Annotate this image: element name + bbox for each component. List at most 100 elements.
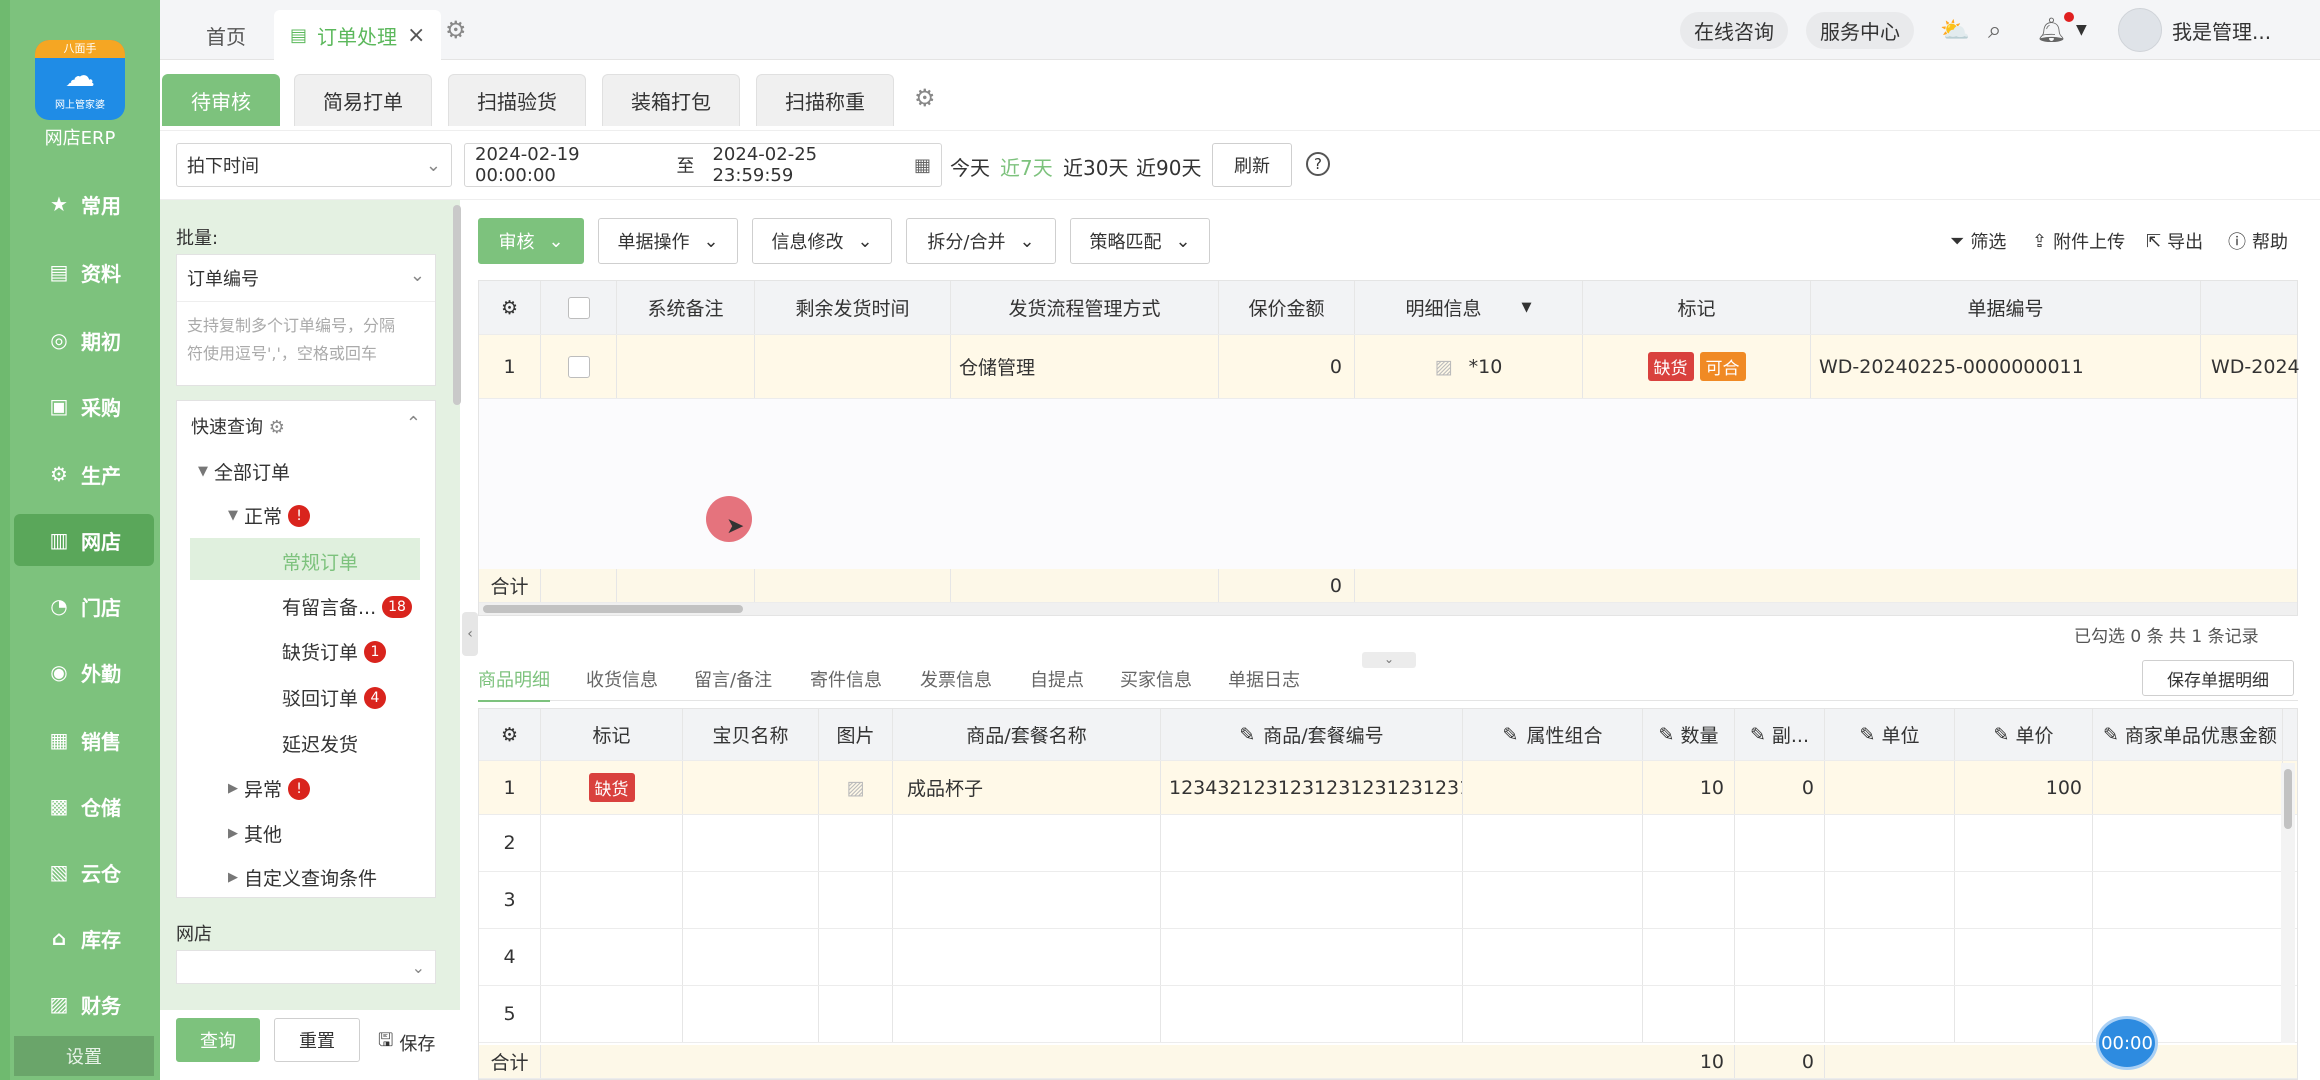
chevron-down-icon[interactable]: ⌄ bbox=[410, 265, 425, 291]
time-field-select[interactable]: 拍下时间 ⌄ bbox=[176, 143, 452, 187]
gear-icon[interactable]: ⚙ bbox=[914, 84, 936, 112]
column-header[interactable]: 图片 bbox=[819, 709, 893, 760]
info-edit-button[interactable]: 信息修改 ⌄ bbox=[752, 218, 892, 264]
tab-packing[interactable]: 装箱打包 bbox=[602, 74, 740, 126]
sidebar-item-9[interactable]: ▩ 仓储 bbox=[14, 780, 154, 832]
table-row[interactable]: 1 缺货 ▨ 成品杯子 1234321231231231231231231...… bbox=[479, 761, 2297, 815]
column-header[interactable]: 宝贝名称 bbox=[683, 709, 819, 760]
save-query-button[interactable]: 🖫︎ 保存 bbox=[378, 1028, 435, 1058]
select-all-checkbox[interactable] bbox=[541, 281, 617, 334]
tab-receive-info[interactable]: 收货信息 bbox=[586, 666, 658, 692]
table-row[interactable]: 1 仓储管理 0 ▨ *10 缺货 可合 WD-20240225-000000001… bbox=[479, 335, 2299, 399]
tree-has-message[interactable]: 有留言备... 18 bbox=[282, 593, 412, 620]
help-link[interactable]: ⓘ 帮助 bbox=[2228, 228, 2288, 254]
close-icon[interactable]: × bbox=[407, 23, 425, 48]
help-icon[interactable]: ? bbox=[1306, 152, 1330, 176]
doc-number-cell[interactable]: WD-20240225-0000000011 bbox=[1811, 335, 2201, 398]
qty-cell[interactable]: 10 bbox=[1643, 761, 1735, 814]
gear-icon[interactable]: ⚙ bbox=[479, 281, 541, 334]
sidebar-item-11[interactable]: ⌂ 库存 bbox=[14, 912, 154, 964]
sidebar-item-7[interactable]: ◉ 外勤 bbox=[14, 646, 154, 698]
table-row[interactable]: 2 bbox=[479, 815, 2297, 872]
row-checkbox[interactable] bbox=[541, 335, 617, 398]
tab-scan-weigh[interactable]: 扫描称重 bbox=[756, 74, 894, 126]
sidebar-item-8[interactable]: ▦ 销售 bbox=[14, 714, 154, 766]
tree-other[interactable]: ▶ 其他 bbox=[228, 820, 282, 847]
doc-number-cell-2[interactable]: WD-202402 bbox=[2201, 335, 2299, 398]
table-row[interactable]: 4 bbox=[479, 929, 2297, 986]
price-cell[interactable]: 100 bbox=[1955, 761, 2093, 814]
goods-code-cell[interactable]: 1234321231231231231231231... bbox=[1161, 761, 1463, 814]
column-header[interactable]: 系统备注 bbox=[617, 281, 755, 334]
tab-sender-info[interactable]: 寄件信息 bbox=[810, 666, 882, 692]
save-detail-button[interactable]: 保存单据明细 bbox=[2142, 660, 2294, 696]
vertical-scrollbar[interactable] bbox=[2281, 763, 2295, 1043]
column-header[interactable]: ✎ 商品/套餐编号 bbox=[1161, 709, 1463, 760]
column-header[interactable]: 保价金额 bbox=[1219, 281, 1355, 334]
tab-pending-audit[interactable]: 待审核 bbox=[162, 74, 280, 126]
quick-90days[interactable]: 近90天 bbox=[1136, 152, 1201, 181]
bell-icon[interactable]: 🔔︎ bbox=[2036, 10, 2066, 50]
column-header[interactable]: 剩余发货时间 bbox=[755, 281, 951, 334]
chevron-up-icon[interactable]: ⌃ bbox=[406, 413, 421, 439]
sidebar-item-2[interactable]: ◎ 期初 bbox=[14, 314, 154, 366]
tree-shortage-orders[interactable]: 缺货订单 1 bbox=[282, 638, 387, 665]
settings-button[interactable]: 设置 bbox=[14, 1036, 154, 1076]
tab-invoice-info[interactable]: 发票信息 bbox=[920, 666, 992, 692]
gear-icon[interactable]: ⚙ bbox=[479, 709, 541, 760]
reset-button[interactable]: 重置 bbox=[274, 1018, 360, 1062]
date-range-input[interactable]: 2024-02-19 00:00:00 至 2024-02-25 23:59:5… bbox=[464, 143, 942, 187]
column-header[interactable]: ✎ 数量 bbox=[1643, 709, 1735, 760]
column-header[interactable]: 发货流程管理方式 bbox=[951, 281, 1219, 334]
column-header[interactable]: 商品/套餐名称 bbox=[893, 709, 1161, 760]
sidebar-item-3[interactable]: ▣ 采购 bbox=[14, 380, 154, 432]
column-header[interactable]: ✎ 单位 bbox=[1825, 709, 1955, 760]
query-button[interactable]: 查询 bbox=[176, 1018, 260, 1062]
column-header[interactable]: 明细信息 ▼ bbox=[1355, 281, 1583, 334]
service-center-button[interactable]: 服务中心 bbox=[1806, 11, 1914, 49]
tree-normal[interactable]: ▼ 正常! bbox=[228, 502, 311, 529]
tab-doc-log[interactable]: 单据日志 bbox=[1228, 666, 1300, 692]
shop-select[interactable]: ⌄ bbox=[176, 950, 436, 984]
table-row[interactable]: 5 bbox=[479, 986, 2297, 1043]
tree-rejected-orders[interactable]: 驳回订单 4 bbox=[282, 684, 387, 711]
chevron-down-icon[interactable]: ⌄ bbox=[1362, 652, 1416, 668]
tab-order-processing[interactable]: ▤ 订单处理 × bbox=[274, 10, 442, 60]
sidebar-item-6[interactable]: ◔ 门店 bbox=[14, 580, 154, 632]
column-header[interactable]: ✎ 属性组合 bbox=[1463, 709, 1643, 760]
avatar[interactable] bbox=[2118, 8, 2162, 52]
batch-input-box[interactable]: 订单编号 ⌄ 支持复制多个订单编号，分隔 符使用逗号','，空格或回车 bbox=[176, 254, 436, 386]
sidebar-item-12[interactable]: ▨ 财务 bbox=[14, 978, 154, 1030]
gear-icon[interactable]: ⚙ bbox=[445, 16, 467, 44]
audit-button[interactable]: 审核 ⌄ bbox=[478, 218, 584, 264]
tab-goods-detail[interactable]: 商品明细 bbox=[478, 666, 550, 702]
sidebar-item-5[interactable]: ▥ 网店 bbox=[14, 514, 154, 566]
caret-down-icon[interactable]: ▼ bbox=[1522, 300, 1532, 315]
sidebar-item-0[interactable]: ★ 常用 bbox=[14, 178, 154, 230]
sub-qty-cell[interactable]: 0 bbox=[1735, 761, 1825, 814]
chevron-down-icon[interactable]: ▼ bbox=[2076, 10, 2087, 50]
tab-home[interactable]: 首页 bbox=[190, 10, 262, 60]
sidebar-item-10[interactable]: ▧ 云仓 bbox=[14, 846, 154, 898]
column-header[interactable]: ✎ 单价 bbox=[1955, 709, 2093, 760]
filter-link[interactable]: ⏷ 筛选 bbox=[1950, 228, 2006, 254]
tab-buyer-info[interactable]: 买家信息 bbox=[1120, 666, 1192, 692]
column-header[interactable]: ✎ 副... bbox=[1735, 709, 1825, 760]
column-header[interactable]: ✎ 商家单品优惠金额 bbox=[2093, 709, 2283, 760]
user-name[interactable]: 我是管理... bbox=[2172, 10, 2271, 50]
panel-scrollbar[interactable] bbox=[453, 205, 461, 405]
tab-simple-print[interactable]: 简易打单 bbox=[294, 74, 432, 126]
column-header[interactable]: 标记 bbox=[1583, 281, 1811, 334]
column-header[interactable]: 单据编号 bbox=[1811, 281, 2201, 334]
collapse-panel-handle[interactable]: ‹ bbox=[462, 612, 478, 656]
tab-scan-inspect[interactable]: 扫描验货 bbox=[448, 74, 586, 126]
search-icon[interactable]: ⌕ bbox=[1988, 10, 2001, 50]
column-header[interactable]: 标记 bbox=[541, 709, 683, 760]
sidebar-item-1[interactable]: ▤ 资料 bbox=[14, 246, 154, 298]
quick-today[interactable]: 今天 bbox=[950, 152, 990, 181]
upload-attachment-link[interactable]: ⇪ 附件上传 bbox=[2032, 228, 2125, 254]
online-consult-button[interactable]: 在线咨询 bbox=[1680, 11, 1788, 49]
gear-icon[interactable]: ⚙ bbox=[269, 417, 285, 438]
refresh-button[interactable]: 刷新 bbox=[1212, 143, 1292, 187]
tab-pickup-point[interactable]: 自提点 bbox=[1030, 666, 1084, 692]
